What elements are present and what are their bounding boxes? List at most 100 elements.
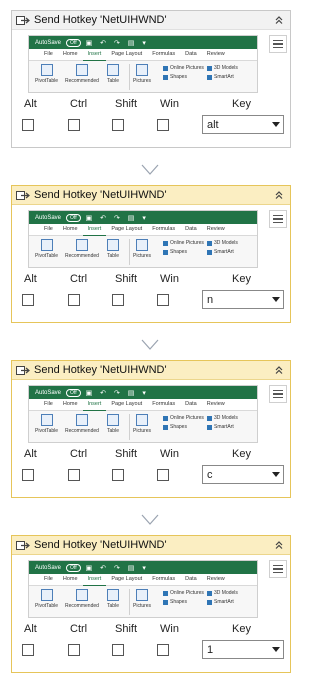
activity-header[interactable]: Send Hotkey 'NetUIHWND' (12, 536, 290, 555)
screenshot-preview[interactable]: AutoSave Off ▣ ↶ ↷ ▤ ▾ File Home Insert Page L… (28, 385, 258, 443)
ribbon-button-label: Pictures (133, 428, 152, 434)
modifier-checkbox-ctrl[interactable] (68, 644, 80, 656)
modifier-label-alt: Alt (24, 273, 37, 285)
activity-title: Send Hotkey 'NetUIHWND' (34, 539, 167, 551)
ribbon-small-item: 3D Models (207, 65, 238, 71)
quick-access-icons: ▣ ↶ ↷ ▤ ▾ (85, 39, 149, 47)
modifier-checkbox-win[interactable] (157, 644, 169, 656)
hamburger-menu-icon[interactable] (269, 35, 287, 53)
key-dropdown[interactable]: 1 (202, 640, 284, 659)
excel-title-bar: AutoSave Off ▣ ↶ ↷ ▤ ▾ (29, 211, 257, 224)
hamburger-menu-icon[interactable] (269, 560, 287, 578)
ribbon-button-label: Recommended (65, 253, 99, 259)
ribbon-tab: Review (206, 576, 225, 582)
ribbon-button-label: PivotTable (35, 78, 59, 84)
activity-title: Send Hotkey 'NetUIHWND' (34, 364, 167, 376)
modifier-checkbox-shift[interactable] (112, 644, 124, 656)
chevron-double-up-icon[interactable] (272, 538, 286, 552)
modifier-checkbox-win[interactable] (157, 294, 169, 306)
key-label: Key (232, 448, 251, 460)
modifier-checkbox-shift[interactable] (112, 469, 124, 481)
send-hotkey-activity[interactable]: Send Hotkey 'NetUIHWND' AutoSave Off ▣ ↶ ↷ … (11, 10, 291, 148)
modifier-checkbox-ctrl[interactable] (68, 119, 80, 131)
screenshot-preview[interactable]: AutoSave Off ▣ ↶ ↷ ▤ ▾ File Home Insert Page L… (28, 210, 258, 268)
connector-arrow-icon (141, 164, 159, 176)
hamburger-menu-icon[interactable] (269, 385, 287, 403)
excel-title-bar: AutoSave Off ▣ ↶ ↷ ▤ ▾ (29, 386, 257, 399)
modifier-checkbox-ctrl[interactable] (68, 294, 80, 306)
chevron-double-up-icon[interactable] (272, 188, 286, 202)
ribbon-tab: Formulas (152, 576, 176, 582)
ribbon-button-label: Pictures (133, 78, 152, 84)
chevron-double-up-icon[interactable] (272, 363, 286, 377)
ribbon-item-icon (207, 249, 212, 255)
excel-ribbon-tabs: File Home Insert Page Layout Formulas Data Rev… (29, 399, 257, 411)
ribbon-tab: File (44, 226, 53, 232)
ribbon-small-item: 3D Models (207, 415, 238, 421)
activity-header[interactable]: Send Hotkey 'NetUIHWND' (12, 361, 290, 380)
ribbon-item-icon (163, 415, 168, 421)
ribbon-button: Table (107, 589, 119, 609)
key-dropdown-value: n (207, 293, 214, 306)
send-hotkey-activity[interactable]: Send Hotkey 'NetUIHWND' AutoSave Off ▣ ↶ ↷ … (11, 535, 291, 673)
ribbon-item-label: 3D Models (214, 65, 238, 71)
key-dropdown[interactable]: alt (202, 115, 284, 134)
screenshot-preview[interactable]: AutoSave Off ▣ ↶ ↷ ▤ ▾ File Home Insert Page L… (28, 35, 258, 93)
autosave-toggle: Off (66, 38, 81, 47)
ribbon-button: Recommended (65, 589, 99, 609)
ribbon-item-label: Online Pictures (170, 240, 204, 246)
modifier-label-ctrl: Ctrl (70, 448, 88, 460)
modifier-checkbox-win[interactable] (157, 119, 169, 131)
modifier-label-shift: Shift (115, 98, 138, 110)
ribbon-small-item: 3D Models (207, 240, 238, 246)
modifier-checkbox-alt[interactable] (22, 644, 34, 656)
modifier-checkbox-alt[interactable] (22, 119, 34, 131)
ribbon-small-item: Online Pictures (163, 590, 204, 596)
ribbon-small-item: Shapes (163, 599, 187, 605)
key-dropdown-value: alt (207, 118, 219, 131)
send-hotkey-activity[interactable]: Send Hotkey 'NetUIHWND' AutoSave Off ▣ ↶ ↷ … (11, 360, 291, 498)
activity-header[interactable]: Send Hotkey 'NetUIHWND' (12, 11, 290, 30)
ribbon-item-label: Shapes (170, 249, 187, 255)
ribbon-item-label: Online Pictures (170, 415, 204, 421)
ribbon-button: Recommended (65, 64, 99, 84)
ribbon-item-label: SmartArt (214, 424, 234, 430)
ribbon-tab: Formulas (152, 226, 176, 232)
modifier-label-shift: Shift (115, 273, 138, 285)
ribbon-item-label: 3D Models (214, 415, 238, 421)
modifier-checkbox-alt[interactable] (22, 469, 34, 481)
modifier-checkbox-shift[interactable] (112, 294, 124, 306)
excel-ribbon-tabs: File Home Insert Page Layout Formulas Data Rev… (29, 49, 257, 61)
modifier-label-ctrl: Ctrl (70, 623, 88, 635)
connector-arrow-icon (141, 339, 159, 351)
key-dropdown[interactable]: c (202, 465, 284, 484)
ribbon-item-icon (207, 424, 212, 430)
ribbon-button-icon (40, 64, 53, 76)
modifier-checkbox-win[interactable] (157, 469, 169, 481)
send-hotkey-icon (16, 365, 30, 376)
modifier-label-shift: Shift (115, 623, 138, 635)
ribbon-divider (129, 414, 130, 440)
ribbon-button-icon (40, 414, 53, 426)
ribbon-item-icon (163, 74, 168, 80)
key-dropdown[interactable]: n (202, 290, 284, 309)
modifier-checkbox-shift[interactable] (112, 119, 124, 131)
ribbon-item-label: Online Pictures (170, 590, 204, 596)
quick-access-icons: ▣ ↶ ↷ ▤ ▾ (85, 389, 149, 397)
ribbon-button-icon (107, 589, 119, 601)
excel-ribbon-tabs: File Home Insert Page Layout Formulas Data Rev… (29, 574, 257, 586)
hamburger-menu-icon[interactable] (269, 210, 287, 228)
activity-header[interactable]: Send Hotkey 'NetUIHWND' (12, 186, 290, 205)
ribbon-item-icon (207, 599, 212, 605)
modifier-checkbox-alt[interactable] (22, 294, 34, 306)
ribbon-item-label: SmartArt (214, 599, 234, 605)
send-hotkey-activity[interactable]: Send Hotkey 'NetUIHWND' AutoSave Off ▣ ↶ ↷ … (11, 185, 291, 323)
modifier-checkbox-ctrl[interactable] (68, 469, 80, 481)
ribbon-tab: Insert (82, 224, 107, 236)
modifier-label-ctrl: Ctrl (70, 98, 88, 110)
chevron-double-up-icon[interactable] (272, 13, 286, 27)
screenshot-preview[interactable]: AutoSave Off ▣ ↶ ↷ ▤ ▾ File Home Insert Page L… (28, 560, 258, 618)
ribbon-small-item: SmartArt (207, 424, 234, 430)
ribbon-item-icon (163, 249, 168, 255)
ribbon-tab: Data (185, 401, 197, 407)
